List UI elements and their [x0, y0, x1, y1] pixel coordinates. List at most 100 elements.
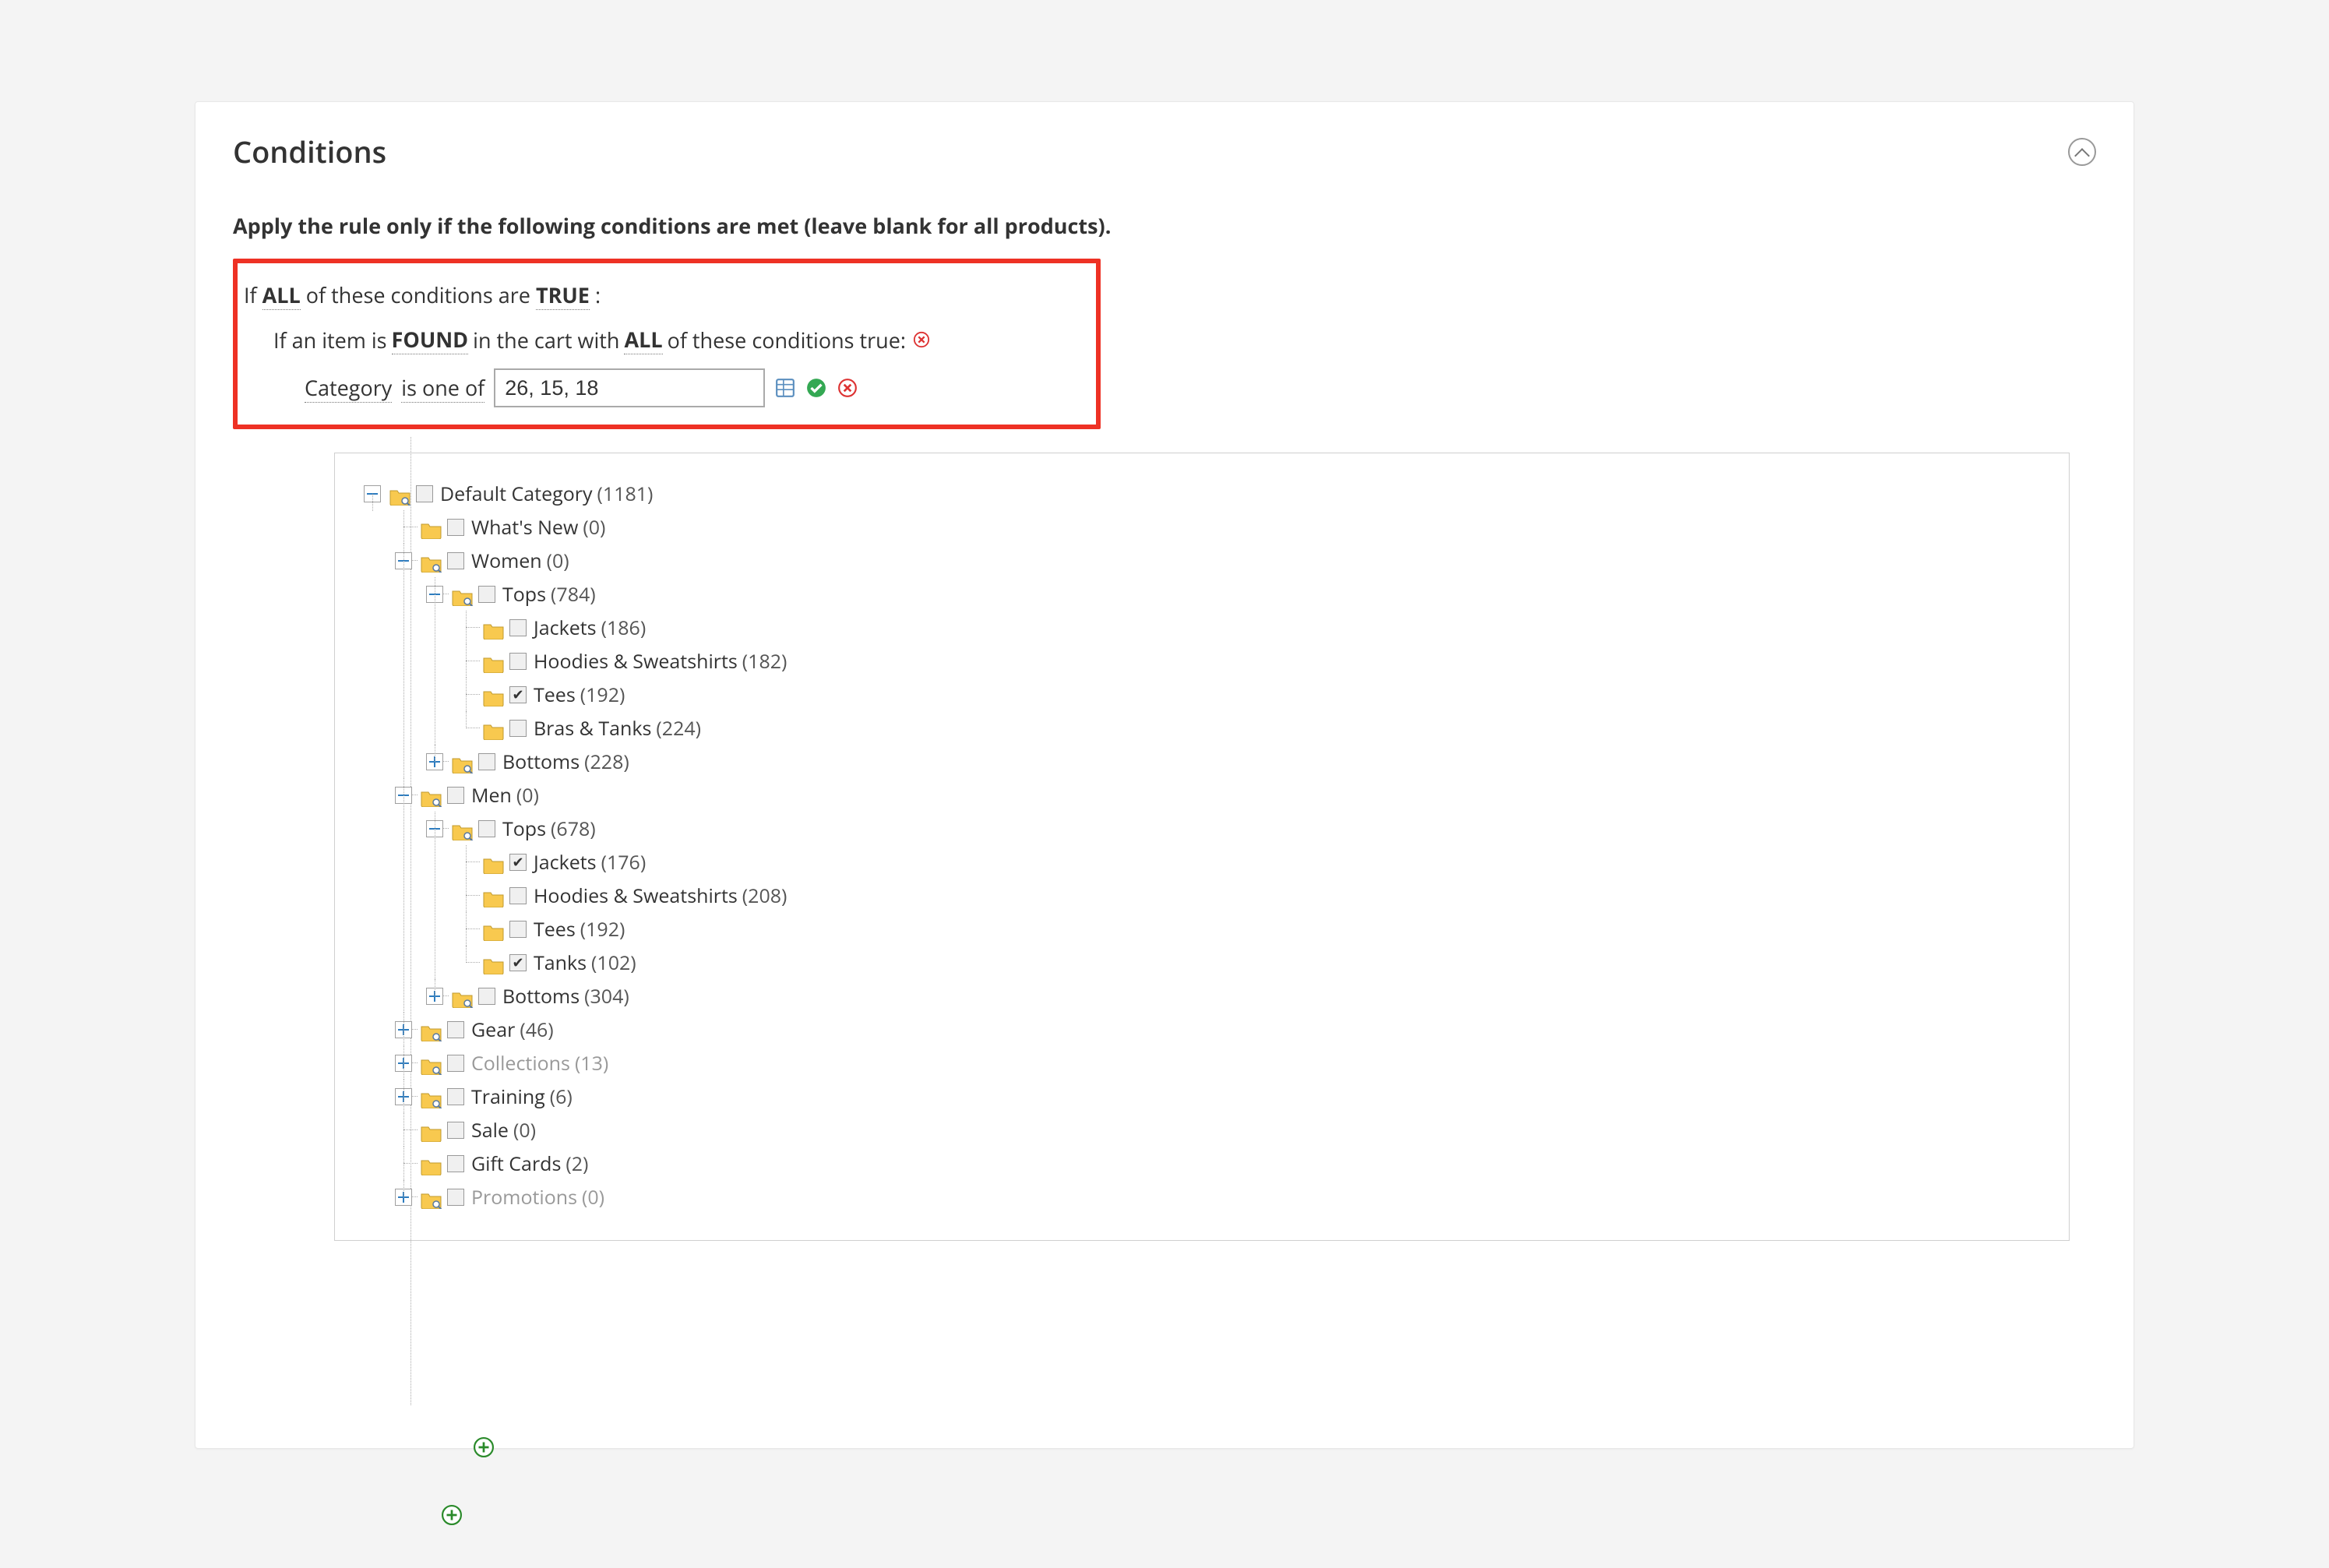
folder-icon: [483, 921, 505, 938]
tree-node-label[interactable]: Sale: [469, 1117, 509, 1143]
tree-expander[interactable]: [395, 1088, 412, 1105]
value-true[interactable]: TRUE: [536, 280, 590, 310]
tree-expander[interactable]: [364, 485, 381, 502]
tree-checkbox[interactable]: [509, 887, 527, 904]
tree-expander[interactable]: [395, 1021, 412, 1038]
tree-checkbox[interactable]: [447, 787, 464, 804]
tree-node-count: (176): [601, 849, 647, 876]
tree-checkbox[interactable]: [478, 820, 495, 837]
tree-expander[interactable]: [426, 586, 443, 603]
collapse-toggle[interactable]: [2068, 138, 2096, 166]
apply-icon[interactable]: [805, 377, 827, 399]
tree-checkbox[interactable]: [447, 1122, 464, 1139]
remove-condition-icon[interactable]: [911, 329, 932, 351]
tree-node-label[interactable]: Collections: [469, 1050, 570, 1076]
tree-checkbox[interactable]: [416, 485, 433, 502]
tree-node-label[interactable]: Tops: [500, 581, 546, 608]
tree-checkbox[interactable]: [447, 1155, 464, 1172]
tree-node-count: (102): [591, 950, 636, 976]
tree-checkbox[interactable]: [509, 921, 527, 938]
tree-node-count: (13): [575, 1050, 608, 1076]
folder-icon: [483, 854, 505, 871]
tree-node-count: (0): [547, 548, 569, 574]
conditions-card: Conditions Apply the rule only if the fo…: [195, 101, 2134, 1449]
tree-expander[interactable]: [426, 988, 443, 1005]
folder-icon: [421, 1155, 442, 1172]
tree-node-label[interactable]: What's New: [469, 514, 578, 541]
conditions-highlight-box: If ALL of these conditions are TRUE : If…: [233, 259, 1101, 429]
tree-node-label[interactable]: Hoodies & Sweatshirts: [531, 883, 738, 909]
tree-node-label[interactable]: Jackets: [531, 615, 597, 641]
tree-node-label[interactable]: Hoodies & Sweatshirts: [531, 648, 738, 675]
sub-aggregator-all[interactable]: ALL: [624, 325, 662, 354]
tree-node-count: (304): [584, 983, 629, 1010]
tree-node-count: (182): [742, 648, 787, 675]
tree-node-count: (46): [520, 1017, 553, 1043]
tree-checkbox[interactable]: [509, 954, 527, 971]
tree-node-label[interactable]: Bottoms: [500, 983, 580, 1010]
tree-expander[interactable]: [395, 552, 412, 569]
tree-node-label[interactable]: Jackets: [531, 849, 597, 876]
folder-icon: [421, 787, 442, 804]
tree-node-label[interactable]: Women: [469, 548, 542, 574]
tree-node-count: (0): [582, 1184, 604, 1210]
tree-checkbox[interactable]: [478, 988, 495, 1005]
tree-checkbox[interactable]: [509, 854, 527, 871]
tree-expander[interactable]: [426, 753, 443, 770]
tree-node-label[interactable]: Bras & Tanks: [531, 715, 651, 742]
folder-icon: [421, 1189, 442, 1206]
folder-icon: [452, 988, 474, 1005]
remove-value-icon[interactable]: [837, 377, 858, 399]
tree-node-label[interactable]: Tops: [500, 816, 546, 842]
tree-checkbox[interactable]: [447, 1055, 464, 1072]
operator-is-one-of[interactable]: is one of: [401, 373, 484, 403]
folder-icon: [452, 753, 474, 770]
tree-checkbox[interactable]: [509, 619, 527, 636]
tree-node-count: (2): [566, 1150, 588, 1177]
tree-checkbox[interactable]: [509, 720, 527, 737]
tree-expander[interactable]: [426, 820, 443, 837]
tree-checkbox[interactable]: [509, 686, 527, 703]
folder-icon: [421, 1088, 442, 1105]
tree-node-label[interactable]: Promotions: [469, 1184, 577, 1210]
tree-checkbox[interactable]: [478, 586, 495, 603]
tree-node-label[interactable]: Bottoms: [500, 749, 580, 775]
folder-icon: [452, 586, 474, 603]
tree-node-count: (208): [742, 883, 787, 909]
tree-node-label[interactable]: Tees: [531, 682, 576, 708]
category-tree: Default Category (1181)What's New (0)Wom…: [358, 477, 2045, 1214]
add-condition-button[interactable]: [441, 1504, 463, 1529]
tree-node-label[interactable]: Tanks: [531, 950, 587, 976]
tree-node-label[interactable]: Training: [469, 1084, 545, 1110]
attribute-category[interactable]: Category: [305, 373, 392, 403]
add-subcondition-button[interactable]: [473, 1436, 495, 1461]
folder-icon: [421, 519, 442, 536]
aggregator-all[interactable]: ALL: [262, 280, 301, 310]
tree-checkbox[interactable]: [447, 519, 464, 536]
section-title: Conditions: [233, 132, 386, 172]
tree-expander[interactable]: [395, 1055, 412, 1072]
folder-icon: [389, 485, 411, 502]
tree-node-label[interactable]: Men: [469, 782, 512, 809]
tree-node-label[interactable]: Gear: [469, 1017, 515, 1043]
tree-node-label[interactable]: Gift Cards: [469, 1150, 561, 1177]
category-ids-input[interactable]: [494, 368, 765, 407]
tree-checkbox[interactable]: [447, 1088, 464, 1105]
tree-node-count: (228): [584, 749, 629, 775]
tree-expander[interactable]: [395, 1189, 412, 1206]
folder-icon: [483, 686, 505, 703]
tree-node-label[interactable]: Default Category: [438, 481, 592, 507]
folder-icon: [483, 887, 505, 904]
folder-icon: [421, 1055, 442, 1072]
tree-checkbox[interactable]: [447, 552, 464, 569]
tree-checkbox[interactable]: [478, 753, 495, 770]
found-keyword[interactable]: FOUND: [392, 325, 469, 354]
tree-expander[interactable]: [395, 787, 412, 804]
tree-checkbox[interactable]: [509, 653, 527, 670]
chooser-icon[interactable]: [774, 377, 796, 399]
folder-icon: [421, 1021, 442, 1038]
tree-checkbox[interactable]: [447, 1021, 464, 1038]
tree-checkbox[interactable]: [447, 1189, 464, 1206]
category-condition-row: Category is one of: [242, 362, 1091, 414]
tree-node-label[interactable]: Tees: [531, 916, 576, 943]
